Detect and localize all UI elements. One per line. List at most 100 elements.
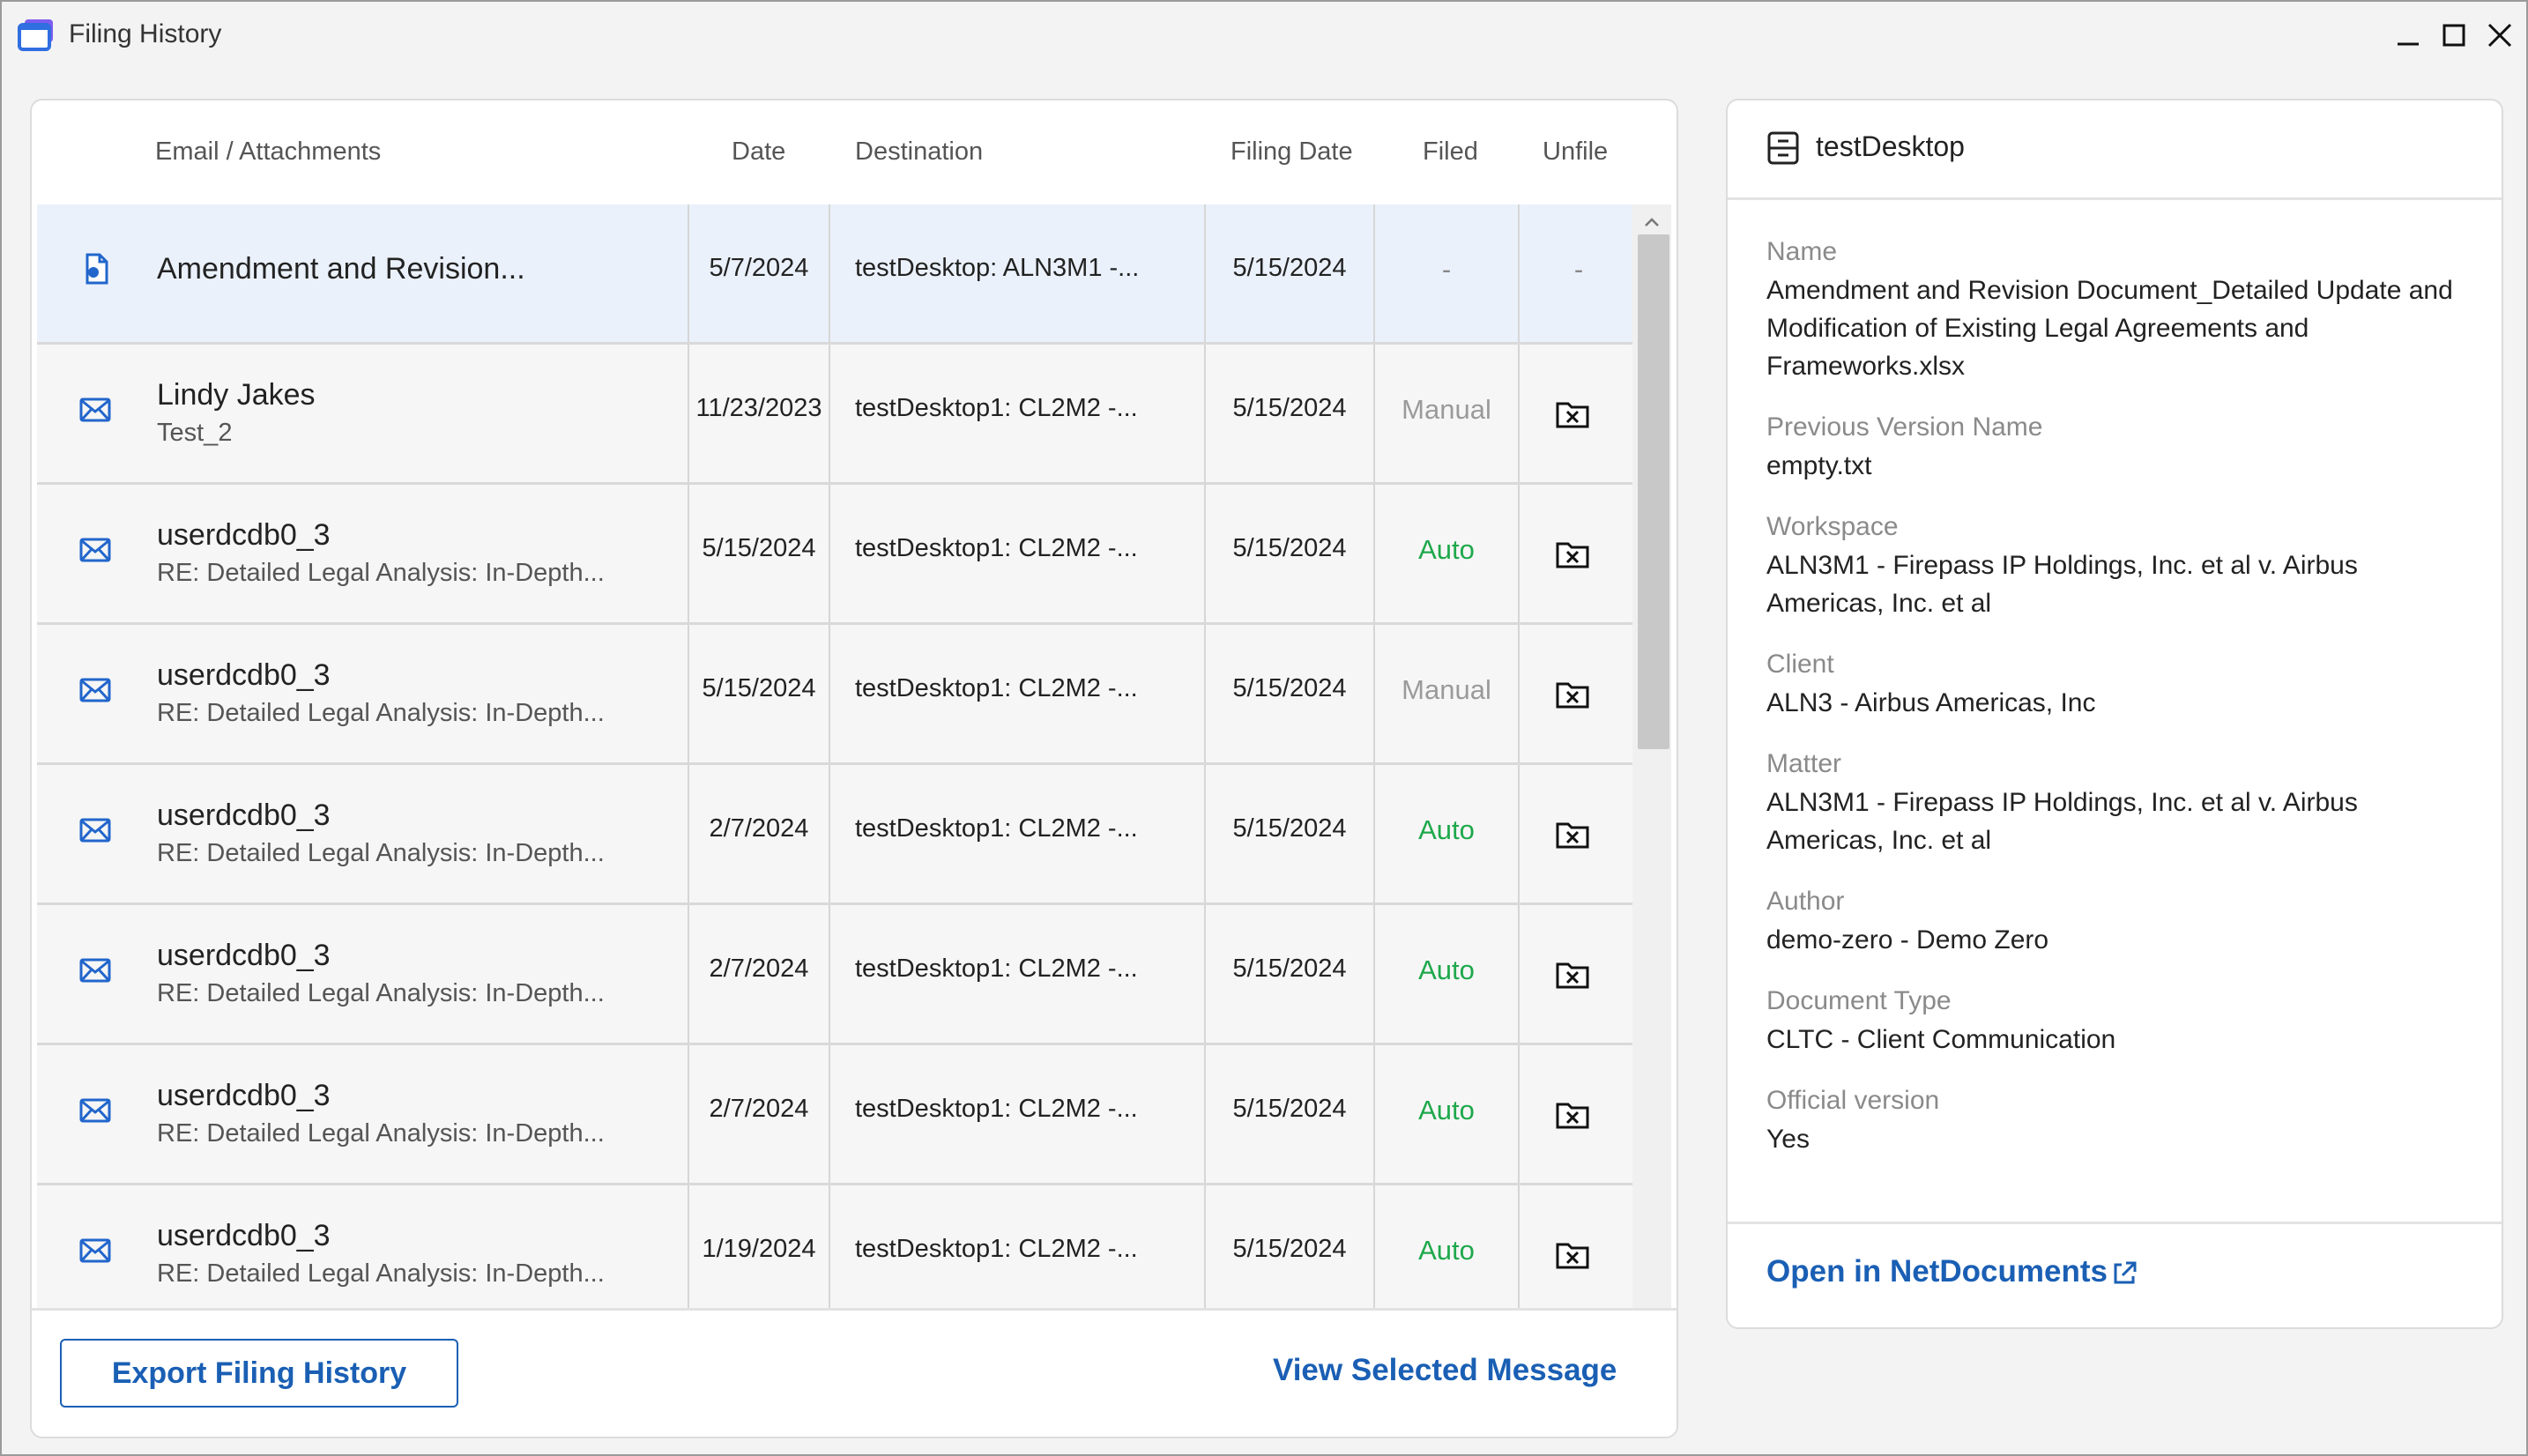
row-destination: testDesktop1: CL2M2 -... <box>855 1095 1138 1123</box>
folder-x-icon[interactable] <box>1555 680 1590 709</box>
row-title: Amendment and Revision... <box>157 252 525 286</box>
row-filed-status: - <box>1441 254 1452 285</box>
detail-field: Client ALN3 - Airbus Americas, Inc <box>1766 645 2472 722</box>
column-divider <box>1518 765 1520 903</box>
folder-x-icon[interactable] <box>1555 1240 1590 1270</box>
row-date: 5/7/2024 <box>709 254 809 282</box>
detail-field-label: Official version <box>1766 1086 1940 1115</box>
detail-field-value: empty.txt <box>1766 451 1872 480</box>
export-filing-history-button[interactable]: Export Filing History <box>60 1339 458 1408</box>
row-filing-date: 5/15/2024 <box>1232 1235 1347 1263</box>
row-date: 2/7/2024 <box>709 814 809 843</box>
column-divider <box>829 345 830 482</box>
table-row[interactable]: Amendment and Revision... 5/7/2024 testDes… <box>37 204 1638 345</box>
envelope-icon <box>79 1098 111 1123</box>
folder-x-icon[interactable] <box>1555 820 1590 850</box>
row-destination: testDesktop1: CL2M2 -... <box>855 394 1138 422</box>
folder-x-icon[interactable] <box>1555 539 1590 569</box>
row-filing-date: 5/15/2024 <box>1232 674 1347 702</box>
detail-field-value: demo-zero - Demo Zero <box>1766 925 2049 955</box>
table-footer: Export Filing History View Selected Mess… <box>32 1308 1677 1437</box>
row-destination: testDesktop: ALN3M1 -... <box>855 254 1140 282</box>
column-divider <box>829 1185 830 1323</box>
header-filing-date[interactable]: Filing Date <box>1231 137 1353 167</box>
column-divider <box>1518 1045 1520 1183</box>
table-row[interactable]: userdcdb0_3 RE: Detailed Legal Analysis: … <box>37 1185 1638 1326</box>
row-unfile: - <box>1573 254 1584 285</box>
table-row[interactable]: userdcdb0_3 RE: Detailed Legal Analysis: … <box>37 485 1638 625</box>
detail-field-label: Name <box>1766 237 1838 266</box>
detail-field-value: Yes <box>1766 1125 1810 1154</box>
row-date: 11/23/2023 <box>695 394 822 422</box>
detail-field-value: ALN3M1 - Firepass IP Holdings, Inc. et a… <box>1766 551 2358 618</box>
envelope-icon <box>79 538 111 562</box>
row-title: Lindy Jakes <box>157 378 316 412</box>
minimize-button[interactable] <box>2390 18 2426 53</box>
header-destination[interactable]: Destination <box>855 137 983 167</box>
scroll-up-icon[interactable] <box>1641 213 1662 231</box>
detail-field-value: CLTC - Client Communication <box>1766 1025 2116 1054</box>
row-filed-status: Auto <box>1418 1095 1475 1125</box>
envelope-icon <box>79 678 111 702</box>
header-filed[interactable]: Filed <box>1423 137 1478 167</box>
table-row[interactable]: Lindy Jakes Test_2 11/23/2023 testDesktop1:… <box>37 345 1638 485</box>
close-button[interactable] <box>2482 18 2517 53</box>
external-link-icon[interactable] <box>2110 1259 2138 1288</box>
row-title: userdcdb0_3 <box>157 518 331 552</box>
folder-x-icon[interactable] <box>1555 1100 1590 1130</box>
row-subtitle: Test_2 <box>157 419 233 447</box>
row-filing-date: 5/15/2024 <box>1232 394 1347 422</box>
row-title: userdcdb0_3 <box>157 658 331 692</box>
header-email-attachments[interactable]: Email / Attachments <box>155 137 381 167</box>
maximize-icon <box>2442 24 2465 47</box>
detail-field: Matter ALN3M1 - Firepass IP Holdings, Inc… <box>1766 745 2472 859</box>
detail-field-label: Author <box>1766 887 1845 916</box>
column-divider <box>1518 1185 1520 1323</box>
row-destination: testDesktop1: CL2M2 -... <box>855 1235 1138 1263</box>
header-unfile[interactable]: Unfile <box>1543 137 1608 167</box>
row-title: userdcdb0_3 <box>157 799 331 832</box>
column-divider <box>829 765 830 903</box>
header-date[interactable]: Date <box>732 137 785 167</box>
table-row[interactable]: userdcdb0_3 RE: Detailed Legal Analysis: … <box>37 1045 1638 1185</box>
envelope-icon <box>79 818 111 843</box>
scroll-thumb[interactable] <box>1638 234 1669 749</box>
envelope-icon <box>79 397 111 422</box>
table-row[interactable]: userdcdb0_3 RE: Detailed Legal Analysis: … <box>37 905 1638 1045</box>
folder-x-icon[interactable] <box>1555 399 1590 429</box>
row-filed-status: Manual <box>1402 674 1491 705</box>
column-divider <box>829 204 830 342</box>
table-row[interactable]: userdcdb0_3 RE: Detailed Legal Analysis: … <box>37 765 1638 905</box>
row-subtitle: RE: Detailed Legal Analysis: In-Depth... <box>157 699 605 727</box>
folder-x-icon[interactable] <box>1555 960 1590 990</box>
row-filing-date: 5/15/2024 <box>1232 534 1347 562</box>
detail-field-value: Amendment and Revision Document_Detailed… <box>1766 276 2453 381</box>
envelope-icon <box>79 1238 111 1263</box>
vertical-scrollbar[interactable] <box>1632 204 1671 1407</box>
table-header: Email / Attachments Date Destination Fil… <box>32 100 1677 204</box>
row-filing-date: 5/15/2024 <box>1232 254 1347 282</box>
row-subtitle: RE: Detailed Legal Analysis: In-Depth... <box>157 979 605 1007</box>
row-destination: testDesktop1: CL2M2 -... <box>855 674 1138 702</box>
detail-field-value: ALN3 - Airbus Americas, Inc <box>1766 688 2096 717</box>
row-filing-date: 5/15/2024 <box>1232 1095 1347 1123</box>
detail-field: Previous Version Name empty.txt <box>1766 408 2472 485</box>
view-selected-message-link[interactable]: View Selected Message <box>1273 1353 1617 1388</box>
detail-field-label: Client <box>1766 650 1834 679</box>
maximize-button[interactable] <box>2436 18 2472 53</box>
open-in-netdocuments-link[interactable]: Open in NetDocuments <box>1766 1254 2108 1289</box>
column-divider <box>1518 345 1520 482</box>
row-date: 5/15/2024 <box>702 534 816 562</box>
envelope-icon <box>79 958 111 983</box>
detail-field: Official version Yes <box>1766 1081 2472 1158</box>
table-row[interactable]: userdcdb0_3 RE: Detailed Legal Analysis: … <box>37 625 1638 765</box>
detail-field-value: ALN3M1 - Firepass IP Holdings, Inc. et a… <box>1766 788 2358 855</box>
detail-field: Name Amendment and Revision Document_Deta… <box>1766 233 2472 385</box>
row-filed-status: Auto <box>1418 955 1475 985</box>
row-filing-date: 5/15/2024 <box>1232 814 1347 843</box>
detail-field-label: Workspace <box>1766 512 1899 541</box>
details-footer: Open in NetDocuments <box>1728 1222 2502 1327</box>
row-date: 1/19/2024 <box>702 1235 816 1263</box>
close-icon <box>2487 23 2512 48</box>
detail-field-label: Previous Version Name <box>1766 412 2043 442</box>
